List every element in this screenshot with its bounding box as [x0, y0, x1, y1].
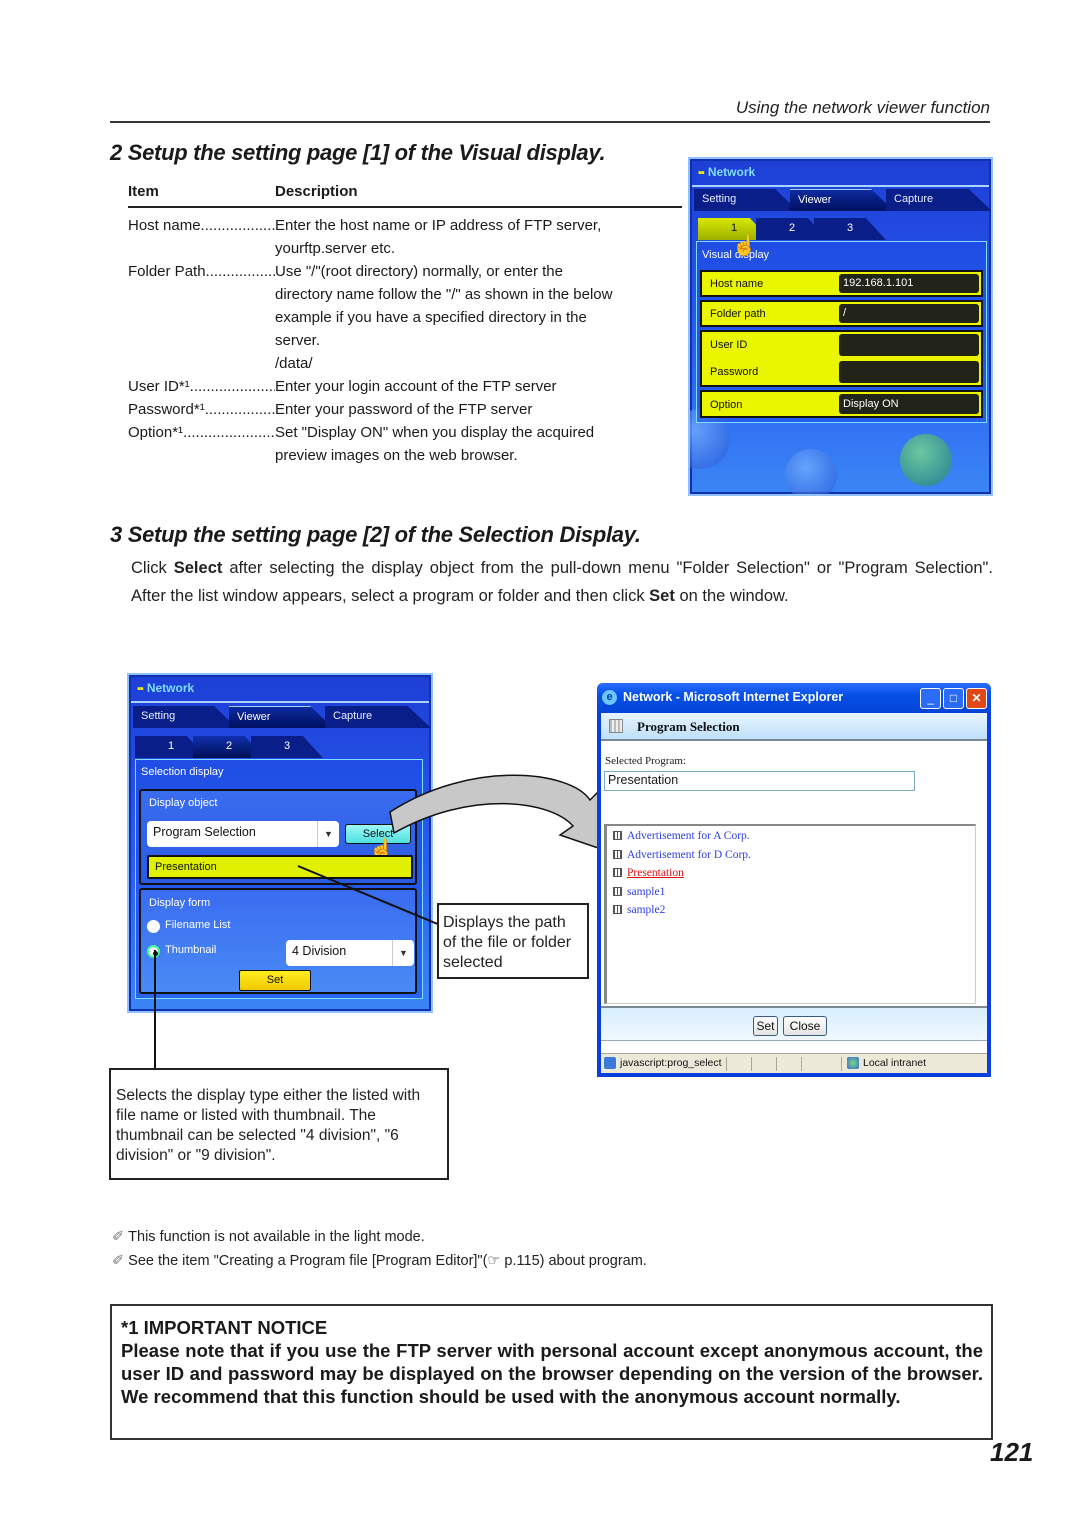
page-icon [604, 1057, 616, 1069]
note-program-editor: ✐ See the item "Creating a Program file [… [112, 1253, 647, 1269]
program-file-icon [613, 905, 622, 914]
page-number: 121 [990, 1437, 1034, 1467]
list-icon [609, 719, 623, 733]
ie-window: e Network - Microsoft Internet Explorer … [597, 683, 991, 1077]
maximize-button[interactable]: □ [943, 688, 964, 709]
status-bar: javascript:prog_select Local intranet [601, 1053, 987, 1073]
ie-content: Program Selection Selected Program: Pres… [601, 713, 987, 1073]
program-file-icon [613, 831, 622, 840]
zone-text: Local intranet [863, 1057, 927, 1069]
callout-line-path [297, 865, 441, 926]
button-bar: Set Close [601, 1006, 987, 1041]
program-selection-header: Program Selection [601, 713, 987, 741]
program-list-item[interactable]: Advertisement for A Corp. [613, 830, 750, 842]
program-list-item[interactable]: Presentation [613, 867, 684, 879]
intranet-icon [847, 1057, 859, 1069]
callout-display-form-description: Selects the display type either the list… [109, 1068, 449, 1180]
notice-title: *1 IMPORTANT NOTICE [121, 1317, 328, 1338]
ie-logo-icon: e [602, 690, 617, 705]
callout-path-description: Displays the path of the file or folder … [437, 903, 589, 979]
program-list-item[interactable]: sample1 [613, 886, 665, 898]
program-list: Advertisement for A Corp. Advertisement f… [604, 824, 976, 1004]
pencil-icon: ✐ [112, 1229, 125, 1245]
ie-close-button[interactable]: Close [783, 1016, 827, 1036]
notice-body: Please note that if you use the FTP serv… [121, 1340, 983, 1407]
pencil-icon: ✐ [112, 1253, 125, 1269]
note-light-mode: ✐ This function is not available in the l… [112, 1229, 425, 1245]
selected-program-input[interactable]: Presentation [604, 771, 915, 791]
program-list-item[interactable]: Advertisement for D Corp. [613, 849, 751, 861]
close-window-button[interactable]: ✕ [966, 688, 987, 709]
program-file-icon [613, 886, 622, 896]
important-notice-box: *1 IMPORTANT NOTICE Please note that if … [110, 1304, 993, 1440]
status-text: javascript:prog_select [620, 1057, 722, 1069]
program-list-item[interactable]: sample2 [613, 904, 665, 916]
ie-set-button[interactable]: Set [753, 1016, 778, 1036]
program-file-icon [613, 868, 622, 877]
program-file-icon [613, 849, 622, 859]
flow-arrow-icon [389, 774, 601, 850]
minimize-button[interactable]: _ [920, 688, 941, 709]
selected-program-label: Selected Program: [605, 755, 686, 767]
